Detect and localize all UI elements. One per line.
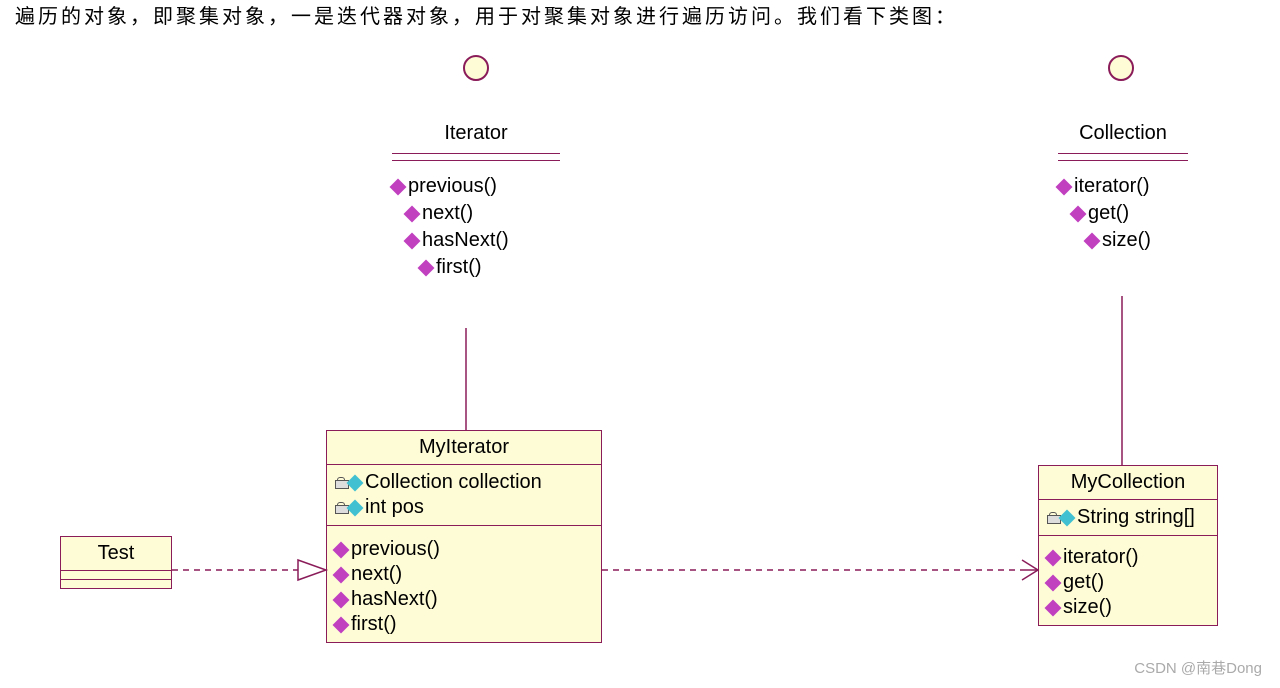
attribute-item: String string[]: [1047, 506, 1209, 529]
collection-interface-circle: [1108, 55, 1134, 81]
diamond-cyan-icon: [347, 474, 364, 491]
diamond-icon: [404, 205, 421, 222]
test-class-box: Test: [60, 536, 172, 589]
diamond-icon: [418, 259, 435, 276]
method-item: get(): [1072, 202, 1188, 225]
method-item: hasNext(): [406, 229, 560, 252]
attribute-item: Collection collection: [335, 471, 593, 494]
diamond-icon: [1045, 549, 1062, 566]
method-item: first(): [335, 613, 593, 636]
diamond-icon: [1070, 205, 1087, 222]
diamond-icon: [404, 232, 421, 249]
method-item: size(): [1047, 596, 1209, 619]
collection-title: Collection: [1058, 122, 1188, 149]
method-item: iterator(): [1058, 175, 1188, 198]
method-item: get(): [1047, 571, 1209, 594]
test-class-title: Test: [61, 537, 171, 571]
method-item: size(): [1086, 229, 1188, 252]
method-item: next(): [335, 563, 593, 586]
method-item: next(): [406, 202, 560, 225]
diamond-icon: [1045, 599, 1062, 616]
myiterator-class-title: MyIterator: [327, 431, 601, 465]
diamond-icon: [333, 616, 350, 633]
watermark-text: CSDN @南巷Dong: [1134, 657, 1262, 678]
top-caption-text: 遍历的对象，即聚集对象，一是迭代器对象，用于对聚集对象进行遍历访问。我们看下类图…: [15, 0, 958, 29]
diamond-icon: [333, 566, 350, 583]
iterator-interface-block: Iterator previous() next() hasNext() fir…: [392, 122, 560, 283]
iterator-interface-circle: [463, 55, 489, 81]
mycollection-class-box: MyCollection String string[] iterator() …: [1038, 465, 1218, 626]
iterator-title: Iterator: [392, 122, 560, 149]
diamond-icon: [390, 178, 407, 195]
diamond-cyan-icon: [1059, 509, 1076, 526]
diamond-cyan-icon: [347, 499, 364, 516]
diamond-icon: [1084, 232, 1101, 249]
myiterator-class-box: MyIterator Collection collection int pos…: [326, 430, 602, 643]
diamond-icon: [333, 591, 350, 608]
method-item: hasNext(): [335, 588, 593, 611]
diamond-icon: [1056, 178, 1073, 195]
mycollection-class-title: MyCollection: [1039, 466, 1217, 500]
diamond-icon: [333, 541, 350, 558]
diamond-icon: [1045, 574, 1062, 591]
collection-interface-block: Collection iterator() get() size(): [1058, 122, 1188, 256]
method-item: previous(): [335, 538, 593, 561]
method-item: previous(): [392, 175, 560, 198]
method-item: iterator(): [1047, 546, 1209, 569]
method-item: first(): [420, 256, 560, 279]
attribute-item: int pos: [335, 496, 593, 519]
